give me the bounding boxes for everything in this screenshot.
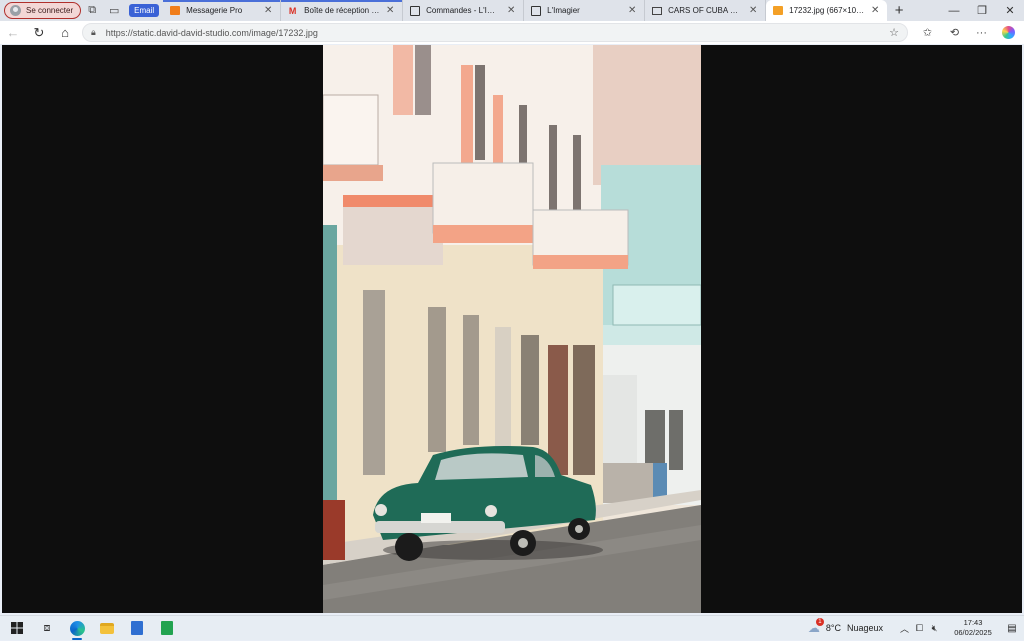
tab-image-active[interactable]: 17232.jpg (667×1000) ✕ bbox=[766, 0, 888, 21]
tab-actions-icon[interactable]: ▭ bbox=[103, 2, 125, 20]
image-viewer bbox=[2, 45, 1022, 613]
tab-group-label[interactable]: Email bbox=[129, 4, 160, 17]
refresh-button[interactable]: ↻ bbox=[26, 21, 52, 44]
close-icon[interactable]: ✕ bbox=[747, 5, 759, 16]
edge-browser-icon[interactable] bbox=[62, 616, 92, 641]
network-icon[interactable]: ⧠ bbox=[912, 623, 927, 634]
close-window-button[interactable]: ✕ bbox=[996, 0, 1024, 21]
weather-widget[interactable]: ☁ 1 8°C Nuageux bbox=[808, 618, 883, 635]
notification-icon[interactable]: ▤ bbox=[1000, 623, 1024, 634]
minimize-button[interactable]: — bbox=[940, 0, 968, 21]
close-icon[interactable]: ✕ bbox=[869, 5, 881, 16]
tab-strip: Se connecter ⧉ ▭ Email Messagerie Pro ✕ … bbox=[0, 0, 1024, 21]
tab-messagerie[interactable]: Messagerie Pro ✕ bbox=[163, 0, 282, 21]
tab-gmail[interactable]: M Boîte de réception - image@... ✕ bbox=[281, 0, 404, 21]
restore-button[interactable]: ❐ bbox=[968, 0, 996, 21]
volume-muted-icon[interactable]: 🔇︎ bbox=[927, 623, 942, 634]
cloud-icon: ☁ 1 bbox=[808, 618, 824, 635]
weather-condition: Nuageux bbox=[846, 623, 883, 633]
imagier-icon bbox=[409, 5, 420, 16]
address-url[interactable]: https://static.david-david-studio.com/im… bbox=[106, 28, 889, 38]
picture-icon bbox=[651, 5, 662, 16]
lock-icon[interactable]: 🔒︎ bbox=[91, 27, 96, 38]
windows-start-icon[interactable] bbox=[2, 616, 32, 641]
tab-cars-of-cuba[interactable]: CARS OF CUBA N.3 - Affiche ✕ bbox=[645, 0, 767, 21]
avatar bbox=[10, 5, 21, 16]
clock-time: 17:43 bbox=[963, 618, 983, 627]
file-explorer-icon[interactable] bbox=[92, 616, 122, 641]
task-view-icon[interactable]: ⧈ bbox=[32, 616, 62, 641]
weather-badge: 1 bbox=[815, 618, 824, 626]
favorites-icon[interactable]: ✩ bbox=[914, 21, 941, 44]
tab-title: L'Imagier bbox=[547, 6, 580, 15]
taskbar: ⧈ ☁ 1 8°C Nuageux ︿ ⧠ 🔇︎ 17:43 06/02/2025… bbox=[0, 615, 1024, 640]
profile-label: Se connecter bbox=[26, 6, 74, 15]
gmail-icon: M bbox=[288, 5, 297, 16]
copilot-icon[interactable] bbox=[995, 21, 1022, 44]
displayed-image[interactable] bbox=[323, 45, 701, 613]
notepad-icon[interactable] bbox=[122, 616, 152, 641]
more-menu-icon[interactable]: ··· bbox=[968, 21, 995, 44]
chevron-up-icon[interactable]: ︿ bbox=[897, 622, 912, 635]
weather-temperature: 8°C bbox=[825, 623, 841, 633]
system-tray: ☁ 1 8°C Nuageux ︿ ⧠ 🔇︎ 17:43 06/02/2025 ▤ bbox=[808, 616, 1024, 641]
back-button[interactable]: ← bbox=[0, 21, 26, 44]
close-icon[interactable]: ✕ bbox=[505, 5, 517, 16]
history-icon[interactable]: ⟲ bbox=[941, 21, 968, 44]
toolbar: ← ↻ ⌂ 🔒︎ https://static.david-david-stud… bbox=[0, 21, 1024, 44]
workspaces-icon[interactable]: ⧉ bbox=[81, 2, 103, 20]
profile-button[interactable]: Se connecter bbox=[4, 2, 82, 19]
tab-title: Boîte de réception - image@... bbox=[304, 6, 380, 15]
new-tab-button[interactable]: + bbox=[887, 0, 911, 21]
orange-mail-icon bbox=[169, 5, 180, 16]
spreadsheet-icon[interactable] bbox=[152, 616, 182, 641]
home-button[interactable]: ⌂ bbox=[52, 21, 78, 44]
tab-imagier[interactable]: L'Imagier ✕ bbox=[524, 0, 646, 21]
tab-commandes[interactable]: Commandes - L'Imagier -- ✕ bbox=[403, 0, 525, 21]
close-icon[interactable]: ✕ bbox=[384, 5, 396, 16]
close-icon[interactable]: ✕ bbox=[626, 5, 638, 16]
favorite-star-icon[interactable]: ☆ bbox=[889, 26, 899, 39]
address-bar[interactable]: 🔒︎ https://static.david-david-studio.com… bbox=[82, 23, 908, 42]
image-file-icon bbox=[772, 5, 783, 16]
imagier-icon bbox=[530, 5, 541, 16]
close-icon[interactable]: ✕ bbox=[262, 5, 274, 16]
tab-title: Messagerie Pro bbox=[186, 6, 243, 15]
tab-title: 17232.jpg (667×1000) bbox=[789, 6, 866, 15]
tab-title: Commandes - L'Imagier -- bbox=[426, 6, 501, 15]
clock-date: 06/02/2025 bbox=[954, 628, 992, 637]
tab-title: CARS OF CUBA N.3 - Affiche bbox=[668, 6, 743, 15]
clock[interactable]: 17:43 06/02/2025 bbox=[946, 618, 1000, 638]
